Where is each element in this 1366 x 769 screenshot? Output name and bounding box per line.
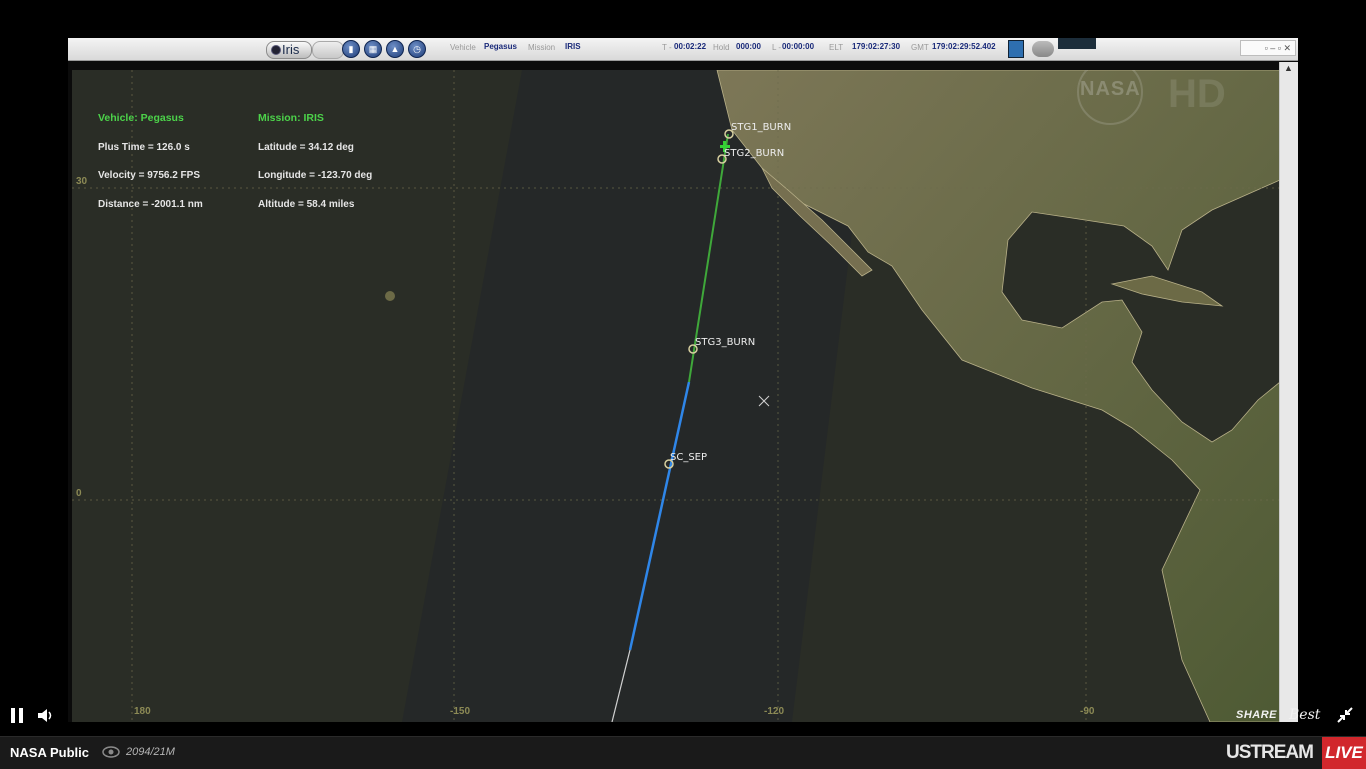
map-graphic — [72, 70, 1280, 722]
t-label: T - — [662, 43, 672, 52]
lat-tick-30: 30 — [76, 176, 88, 187]
lon-tick-minus150: -150 — [450, 706, 471, 717]
volume-button[interactable] — [37, 708, 55, 723]
mission-label: Mission — [528, 43, 556, 52]
velocity: Velocity = 9756.2 FPS — [98, 170, 201, 181]
hd-watermark: HD — [1168, 72, 1226, 116]
app-toolbar: Iris ▮ ▦ ▲ ◷ Vehicle Pegasus Mission IRI… — [68, 38, 1298, 61]
app-vertical-scrollbar[interactable]: ▲ — [1279, 62, 1298, 722]
channel-name[interactable]: NASA Public — [10, 745, 89, 760]
event-label-stg2: STG2_BURN — [724, 148, 785, 159]
collapse-fullscreen-icon — [1337, 707, 1353, 723]
lat-tick-0: 0 — [76, 488, 82, 499]
altitude: Altitude = 58.4 miles — [258, 198, 355, 210]
vehicle-info-panel: Vehicle: Pegasus Plus Time = 126.0 s Vel… — [98, 95, 203, 228]
lon-tick-minus120: -120 — [764, 706, 785, 717]
grid-icon[interactable]: ▦ — [364, 40, 382, 58]
app-name: Iris — [282, 42, 300, 57]
live-badge: LIVE — [1322, 737, 1366, 769]
nasa-watermark: NASA — [1080, 78, 1141, 100]
lon-tick-180: 180 — [134, 706, 151, 717]
latitude: Latitude = 34.12 deg — [258, 141, 354, 153]
quality-selector[interactable]: Best — [1289, 707, 1320, 723]
hold-label: Hold — [713, 43, 730, 52]
mission-value: IRIS — [565, 42, 581, 51]
vehicle-title: Vehicle: Pegasus — [98, 112, 184, 124]
elt-label: ELT — [829, 43, 844, 52]
chart-icon[interactable]: ▮ — [342, 40, 360, 58]
tracking-app-window: Iris ▮ ▦ ▲ ◷ Vehicle Pegasus Mission IRI… — [68, 38, 1298, 722]
plus-time: Plus Time = 126.0 s — [98, 141, 190, 153]
scroll-up-icon[interactable]: ▲ — [1284, 63, 1293, 73]
hawaii-island — [385, 291, 395, 301]
share-button[interactable]: SHARE — [1236, 709, 1277, 721]
clock-icon[interactable]: ◷ — [408, 40, 426, 58]
lon-tick-minus90: -90 — [1080, 706, 1095, 717]
vehicle-label: Vehicle — [450, 43, 476, 52]
iris-eye-icon — [271, 45, 281, 55]
mission-title: Mission: IRIS — [258, 112, 324, 124]
gmt-value: 179:02:29:52.402 — [932, 42, 996, 51]
cuba-island — [1110, 275, 1224, 307]
pause-icon — [11, 708, 15, 723]
event-label-sc-sep: SC_SEP — [670, 452, 708, 463]
toolbar-pill — [312, 41, 344, 59]
exit-fullscreen-button[interactable] — [1336, 706, 1354, 724]
viewer-count: 2094/21M — [126, 746, 175, 758]
t-value: 00:02:22 — [674, 42, 707, 51]
longitude: Longitude = -123.70 deg — [258, 170, 373, 181]
volume-icon — [38, 709, 52, 722]
ustream-logo[interactable]: USTREAM — [1226, 742, 1314, 764]
display-grid-icon[interactable] — [1008, 40, 1024, 58]
vehicle-value: Pegasus — [484, 42, 517, 51]
event-label-stg1: STG1_BURN — [731, 122, 792, 133]
mission-info-panel: Mission: IRIS Latitude = 34.12 deg Longi… — [258, 95, 372, 228]
toolbar-toggle[interactable] — [1032, 41, 1054, 57]
video-player: Iris ▮ ▦ ▲ ◷ Vehicle Pegasus Mission IRI… — [0, 0, 1366, 769]
hold-value: 000:00 — [736, 42, 761, 51]
ground-track-map: NASA HD Vehicle: Pegasus Plus Time = 126… — [72, 70, 1280, 722]
satellite-icon[interactable]: ▲ — [386, 40, 404, 58]
l-value: 00:00:00 — [782, 42, 815, 51]
elt-value: 179:02:27:30 — [852, 42, 901, 51]
event-label-stg3: STG3_BURN — [695, 337, 756, 348]
pause-button[interactable] — [11, 708, 25, 723]
distance: Distance = -2001.1 nm — [98, 198, 203, 210]
eye-icon — [102, 746, 120, 758]
signal-meter — [1058, 38, 1096, 49]
channel-bar: NASA Public 2094/21M USTREAM LIVE — [0, 736, 1366, 769]
l-label: L - — [772, 43, 782, 52]
iris-logo: Iris — [266, 41, 312, 59]
gmt-label: GMT — [911, 43, 929, 52]
window-controls[interactable]: ▫ – ▫ ✕ — [1240, 40, 1296, 56]
